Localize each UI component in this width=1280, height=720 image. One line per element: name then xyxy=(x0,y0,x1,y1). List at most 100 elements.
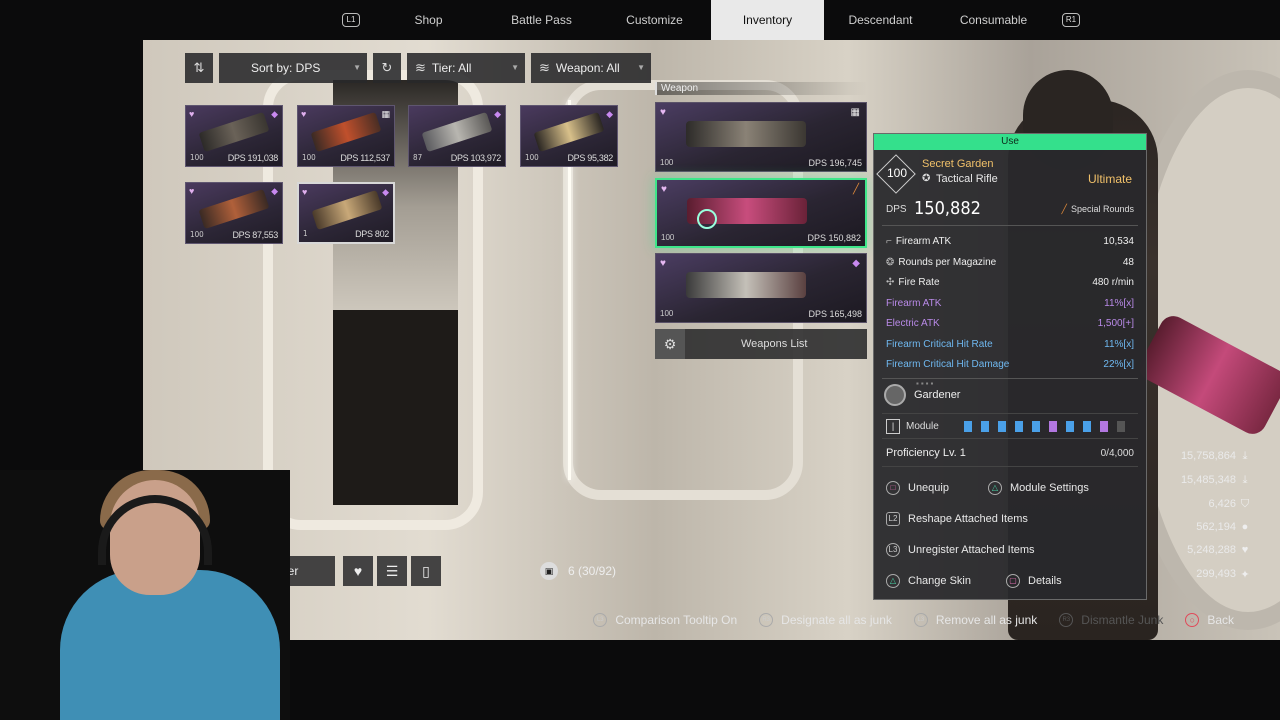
weapon-card[interactable]: ♥ ◆ 100 DPS 87,553 xyxy=(185,182,283,244)
equipped-slot-3[interactable]: ♥ ◆ 100 DPS 165,498 xyxy=(655,253,867,323)
change-skin-label: Change Skin xyxy=(908,574,971,587)
back-hint[interactable]: ○ Back xyxy=(1185,613,1234,627)
weapon-card[interactable]: ◆ 100 DPS 95,382 xyxy=(520,105,618,167)
details-label: Details xyxy=(1028,574,1062,587)
sort-order-button[interactable]: ⇅ xyxy=(185,53,213,83)
weapon-card[interactable]: ♥ ▦ 100 DPS 112,537 xyxy=(297,105,395,167)
module-slot xyxy=(1049,420,1057,432)
weapon-card-selected[interactable]: ♥ ◆ 1 DPS 802 xyxy=(297,182,395,244)
equipped-slot-2-active[interactable]: ♥ ╱ 100 DPS 150,882 xyxy=(655,178,867,248)
junk-view-button[interactable]: ▯ xyxy=(411,556,441,586)
comparison-tooltip-hint[interactable]: L3 Comparison Tooltip On xyxy=(593,613,737,627)
favorite-heart-icon: ♥ xyxy=(302,187,308,197)
details-button[interactable]: ▢ Details xyxy=(1006,573,1062,588)
reshape-button[interactable]: L2 Reshape Attached Items xyxy=(886,511,1028,526)
magazine-icon: ❂ xyxy=(886,256,895,268)
proficiency-value: 0/4,000 xyxy=(1100,447,1134,459)
change-skin-button[interactable]: △ Change Skin xyxy=(886,573,971,588)
tier-tag-icon: ◆ xyxy=(271,109,278,119)
weapons-list-button[interactable]: ⚙ Weapons List xyxy=(655,329,867,359)
weapon-card[interactable]: ◆ 87 DPS 103,972 xyxy=(408,105,506,167)
hint-label: Comparison Tooltip On xyxy=(615,613,738,627)
hint-label: Dismantle Junk xyxy=(1081,613,1164,627)
weapon-dps: DPS 191,038 xyxy=(227,153,279,163)
weapon-level: 100 xyxy=(661,233,675,242)
tab-shop[interactable]: Shop xyxy=(372,0,485,40)
tab-inventory[interactable]: Inventory xyxy=(711,0,824,40)
chevron-down-icon: ▼ xyxy=(353,63,361,72)
dps-row: DPS 150,882 ╱ Special Rounds xyxy=(882,192,1138,226)
tab-battle-pass[interactable]: Battle Pass xyxy=(485,0,598,40)
substat-label: Electric ATK xyxy=(886,318,940,329)
designate-junk-hint[interactable]: R3 Designate all as junk xyxy=(759,613,892,627)
heart-icon: ♥ xyxy=(353,563,363,579)
triangle-button-icon: △ xyxy=(886,573,900,588)
grid-tag-icon: ▦ xyxy=(850,107,860,118)
module-slot xyxy=(1032,420,1040,432)
circle-icon: ● xyxy=(1241,521,1249,533)
tier-tag-icon: ◆ xyxy=(271,186,278,196)
stat-label: Fire Rate xyxy=(898,277,940,288)
inventory-count-value: 6 (30/92) xyxy=(568,564,617,578)
heart-icon: ♥ xyxy=(1241,544,1249,556)
stat-value: 480 r/min xyxy=(1092,277,1134,288)
module-icon: | xyxy=(886,418,900,434)
weapon-level: 87 xyxy=(413,153,423,162)
weapon-filter-label: Weapon: All xyxy=(555,61,620,75)
tier-tag-icon: ◆ xyxy=(382,187,389,197)
substat-value: 11%[x] xyxy=(1104,297,1134,309)
weapon-tier: 100 xyxy=(886,166,908,180)
sort-dropdown[interactable]: Sort by: DPS ▼ xyxy=(219,53,367,83)
weapons-list-icon: ⚙ xyxy=(655,329,685,359)
weapon-card[interactable]: ♥ ◆ 100 DPS 191,038 xyxy=(185,105,283,167)
action-row: L3 Unregister Attached Items xyxy=(882,535,1138,566)
sort-dropdown-label: Sort by: DPS xyxy=(251,61,321,75)
weapon-filter-dropdown[interactable]: ≋ Weapon: All ▼ xyxy=(531,53,651,83)
bullet-icon: ╱ xyxy=(1061,204,1067,214)
bag-icon: ▣ xyxy=(540,562,558,580)
hint-label: Designate all as junk xyxy=(781,613,892,627)
weapon-image xyxy=(533,111,605,153)
list-view-button[interactable]: ☰ xyxy=(377,556,407,586)
weapon-level: 100 xyxy=(190,153,204,162)
substat-row: Firearm Critical Hit Rate 11%[x] xyxy=(886,335,1134,356)
use-banner: Use xyxy=(874,134,1146,150)
weapon-image xyxy=(311,189,383,231)
favorite-heart-icon: ♥ xyxy=(660,258,666,269)
descendant-stat-value: 6,426 xyxy=(1208,498,1236,510)
l1-button-hint[interactable]: L1 xyxy=(342,13,360,27)
descendant-stat-value: 5,248,288 xyxy=(1187,544,1236,556)
favorite-filter-button[interactable]: ♥ xyxy=(343,556,373,586)
module-row[interactable]: | Module xyxy=(882,412,1138,439)
l3-button-icon: L3 xyxy=(886,542,900,557)
favorite-heart-icon: ♥ xyxy=(661,184,667,195)
substat-value: 1,500[+] xyxy=(1097,318,1134,329)
tier-filter-dropdown[interactable]: ≋ Tier: All ▼ xyxy=(407,53,525,83)
refresh-icon: ↻ xyxy=(381,60,393,75)
descendant-stat-value: 15,758,864 xyxy=(1180,450,1236,462)
refresh-button[interactable]: ↻ xyxy=(373,53,401,83)
equipped-slot-1[interactable]: ♥ ▦ 100 DPS 196,745 xyxy=(655,102,867,172)
l2-button-icon: L2 xyxy=(886,511,900,526)
tab-customize[interactable]: Customize xyxy=(598,0,711,40)
weapon-dps: DPS 103,972 xyxy=(450,153,502,163)
tab-descendant[interactable]: Descendant xyxy=(824,0,937,40)
module-settings-label: Module Settings xyxy=(1010,481,1089,494)
favorite-heart-icon: ♥ xyxy=(301,109,307,119)
tab-consumable[interactable]: Consumable xyxy=(937,0,1050,40)
tier-tag-icon: ◆ xyxy=(606,109,613,119)
remove-junk-hint[interactable]: L3 Remove all as junk xyxy=(913,613,1037,627)
weapon-level: 100 xyxy=(660,158,674,167)
stat-label: Rounds per Magazine xyxy=(898,256,997,268)
weapon-dps: DPS 196,745 xyxy=(808,158,862,168)
unequip-button[interactable]: □ Unequip xyxy=(886,480,949,495)
r1-button-hint[interactable]: R1 xyxy=(1062,13,1080,27)
shield-icon: ⛉ xyxy=(1240,498,1250,510)
stat-value: 48 xyxy=(1122,256,1134,268)
unregister-button[interactable]: L3 Unregister Attached Items xyxy=(886,542,1035,557)
chevron-down-icon: ▼ xyxy=(511,63,519,72)
action-row: □ Unequip △ Module Settings xyxy=(882,473,1138,504)
module-settings-button[interactable]: △ Module Settings xyxy=(988,480,1089,495)
weapon-rarity: Ultimate xyxy=(1087,172,1132,186)
star-icon: ✦ xyxy=(1240,569,1250,581)
